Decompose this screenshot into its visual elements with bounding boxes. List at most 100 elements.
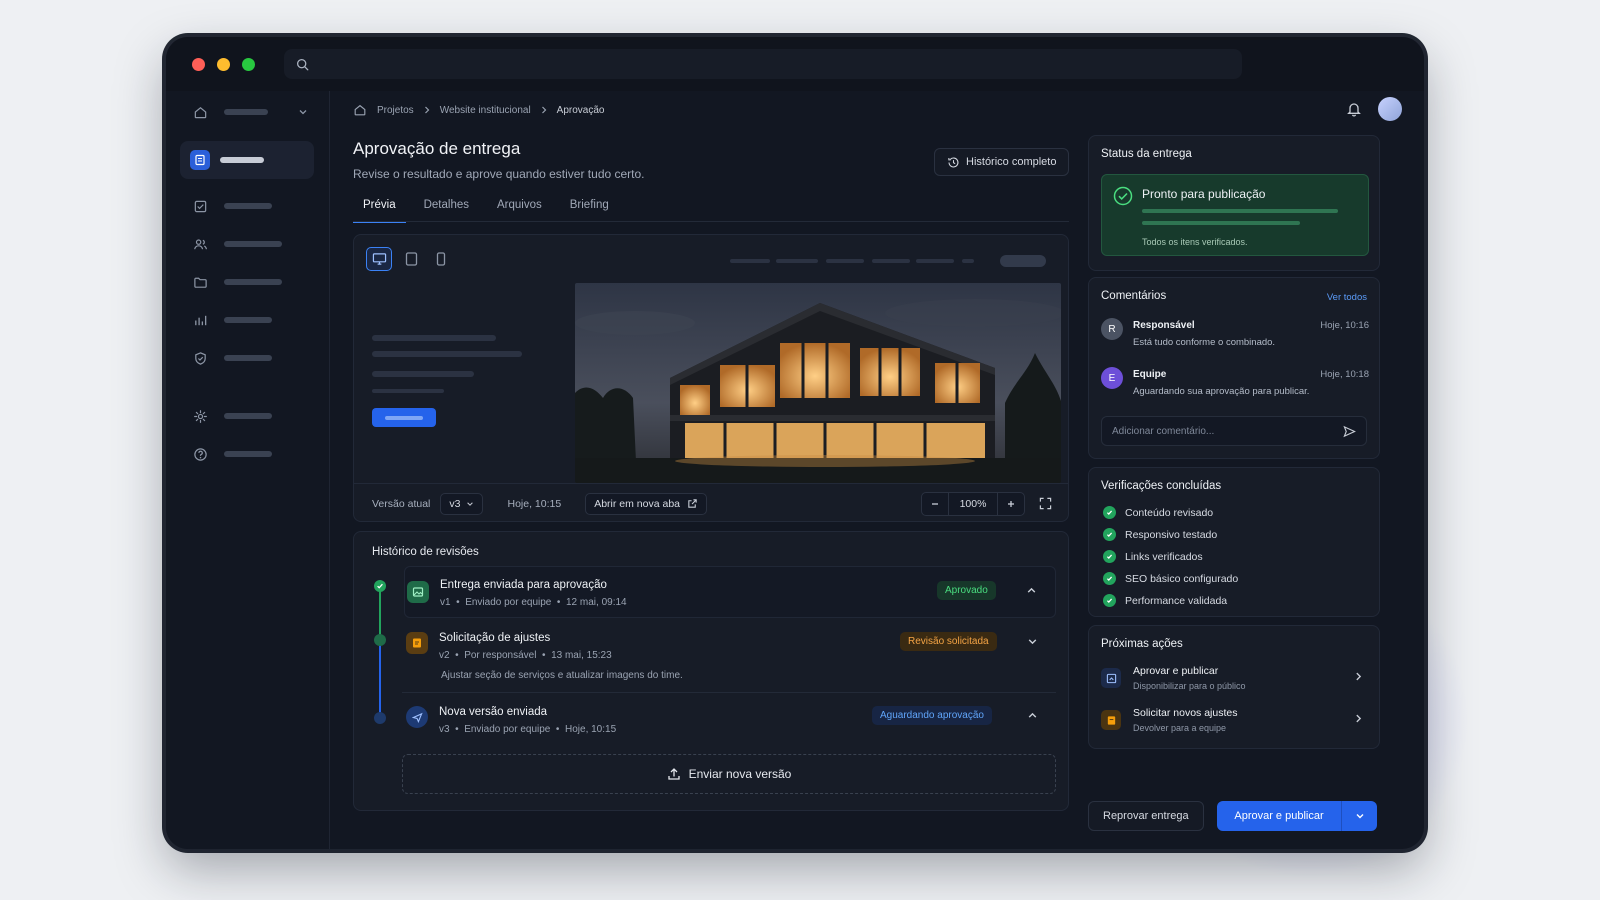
action-approve-publish[interactable]: Aprovar e publicar Disponibilizar para o… <box>1101 662 1369 696</box>
upload-new-version-label: Enviar nova versão <box>688 767 792 781</box>
revision-row[interactable]: Entrega enviada para aprovação v1 • Envi… <box>404 566 1056 618</box>
sidebar-item-settings[interactable] <box>180 397 314 435</box>
approve-options-dropdown[interactable] <box>1341 801 1377 831</box>
full-history-label: Histórico completo <box>966 156 1057 168</box>
status-placeholder-bar <box>1142 209 1338 213</box>
upload-new-version-button[interactable]: Enviar nova versão <box>402 754 1056 794</box>
nav-placeholder <box>776 259 818 263</box>
comment-item: R Responsável Hoje, 10:16 Está tudo conf… <box>1101 318 1369 358</box>
breadcrumb: Projetos Website institucional Aprovação <box>353 103 604 117</box>
version-select-value: v3 <box>449 497 461 510</box>
check-item: Performance validada <box>1103 594 1227 607</box>
approve-publish-button[interactable]: Aprovar e publicar <box>1217 801 1377 831</box>
search-input[interactable] <box>284 49 1242 79</box>
sidebar-item-reports[interactable] <box>180 301 314 339</box>
sidebar-item-team[interactable] <box>180 225 314 263</box>
revision-meta: v1 • Enviado por equipe • 12 mai, 09:14 <box>440 597 627 608</box>
revision-author: Enviado por equipe <box>465 597 552 608</box>
users-icon <box>190 234 210 254</box>
tab-briefing[interactable]: Briefing <box>560 199 619 223</box>
sidebar-item-tasks[interactable] <box>180 187 314 225</box>
chevron-right-icon <box>540 106 548 114</box>
tab-details[interactable]: Detalhes <box>414 199 479 223</box>
see-all-comments-link[interactable]: Ver todos <box>1327 292 1367 303</box>
open-new-tab-button[interactable]: Abrir em nova aba <box>585 492 707 515</box>
status-badge-revision: Revisão solicitada <box>900 632 997 651</box>
home-icon[interactable] <box>353 103 367 117</box>
maximize-window-button[interactable] <box>242 57 255 71</box>
user-avatar[interactable] <box>1378 97 1402 121</box>
breadcrumb-item[interactable]: Website institucional <box>440 105 531 116</box>
revision-row[interactable]: Solicitação de ajustes v2 • Por responsá… <box>404 620 1056 690</box>
full-history-button[interactable]: Histórico completo <box>934 148 1070 176</box>
sidebar-item-security[interactable] <box>180 339 314 377</box>
check-icon <box>1103 506 1116 519</box>
revision-date: 13 mai, 15:23 <box>551 650 612 661</box>
chevron-up-icon[interactable] <box>1026 585 1037 596</box>
approve-publish-label: Aprovar e publicar <box>1234 810 1324 822</box>
sidebar-item-files[interactable] <box>180 263 314 301</box>
chevron-down-icon[interactable] <box>1027 636 1038 647</box>
sidebar-item-home[interactable] <box>180 93 314 131</box>
timeline-check-icon <box>374 580 386 592</box>
revision-version: v3 <box>439 724 450 735</box>
status-placeholder-bar <box>1142 221 1300 225</box>
sidebar-item-help[interactable] <box>180 435 314 473</box>
tab-preview[interactable]: Prévia <box>353 199 406 223</box>
tablet-view-button[interactable] <box>398 247 424 271</box>
zoom-out-button[interactable] <box>922 499 948 509</box>
nav-placeholder <box>962 259 974 263</box>
sidebar-item-deliveries[interactable] <box>180 141 314 179</box>
external-link-icon <box>687 498 698 509</box>
breadcrumb-item-current: Aprovação <box>556 104 605 116</box>
breadcrumb-item[interactable]: Projetos <box>377 105 414 116</box>
top-right-actions <box>1346 97 1402 121</box>
revision-history-panel: Histórico de revisões Entrega enviada pa… <box>353 531 1069 811</box>
monitor-icon <box>372 252 387 266</box>
check-icon <box>1103 594 1116 607</box>
chevron-down-icon[interactable] <box>298 107 308 117</box>
close-window-button[interactable] <box>192 57 205 71</box>
page-title: Aprovação de entrega <box>353 139 521 158</box>
next-actions-card: Próximas ações Aprovar e publicar Dispon… <box>1088 625 1380 749</box>
status-note: Todos os itens verificados. <box>1142 237 1248 247</box>
zoom-in-button[interactable] <box>998 499 1024 509</box>
comment-text: Aguardando sua aprovação para publicar. <box>1133 386 1310 397</box>
sidebar <box>166 91 330 849</box>
comment-item: E Equipe Hoje, 10:18 Aguardando sua apro… <box>1101 367 1369 407</box>
avatar: E <box>1101 367 1123 389</box>
tablet-icon <box>405 252 418 266</box>
comment-input[interactable]: Adicionar comentário... <box>1101 416 1367 446</box>
revision-date: Hoje, 10:15 <box>565 724 617 735</box>
fullscreen-icon[interactable] <box>1039 497 1052 510</box>
text-placeholder <box>372 371 474 377</box>
search-icon <box>296 58 309 71</box>
tab-files[interactable]: Arquivos <box>487 199 552 223</box>
check-icon <box>1103 572 1116 585</box>
preview-image-house <box>575 283 1061 483</box>
chevron-right-icon <box>1354 672 1363 681</box>
action-request-changes[interactable]: Solicitar novos ajustes Devolver para a … <box>1101 704 1369 738</box>
plus-icon <box>1006 499 1016 509</box>
chevron-up-icon[interactable] <box>1027 710 1038 721</box>
minimize-window-button[interactable] <box>217 57 230 71</box>
bar-chart-icon <box>190 310 210 330</box>
check-label: SEO básico configurado <box>1125 572 1239 585</box>
tabs-divider <box>353 221 1069 222</box>
version-select[interactable]: v3 <box>440 492 484 515</box>
sidebar-placeholder-bar <box>220 157 264 163</box>
revision-version: v1 <box>440 597 451 608</box>
avatar: R <box>1101 318 1123 340</box>
edit-note-icon <box>1101 710 1121 730</box>
mobile-view-button[interactable] <box>428 247 454 271</box>
action-title: Aprovar e publicar <box>1133 665 1219 677</box>
send-icon[interactable] <box>1343 425 1356 438</box>
sidebar-placeholder-bar <box>224 203 272 209</box>
sidebar-placeholder-bar <box>224 241 282 247</box>
revision-author: Enviado por equipe <box>464 724 551 735</box>
reject-delivery-button[interactable]: Reprovar entrega <box>1088 801 1204 831</box>
page-subtitle: Revise o resultado e aprove quando estiv… <box>353 167 645 181</box>
bell-icon[interactable] <box>1346 101 1362 117</box>
revision-row[interactable]: Nova versão enviada v3 • Enviado por equ… <box>404 696 1056 746</box>
desktop-view-button[interactable] <box>366 247 392 271</box>
